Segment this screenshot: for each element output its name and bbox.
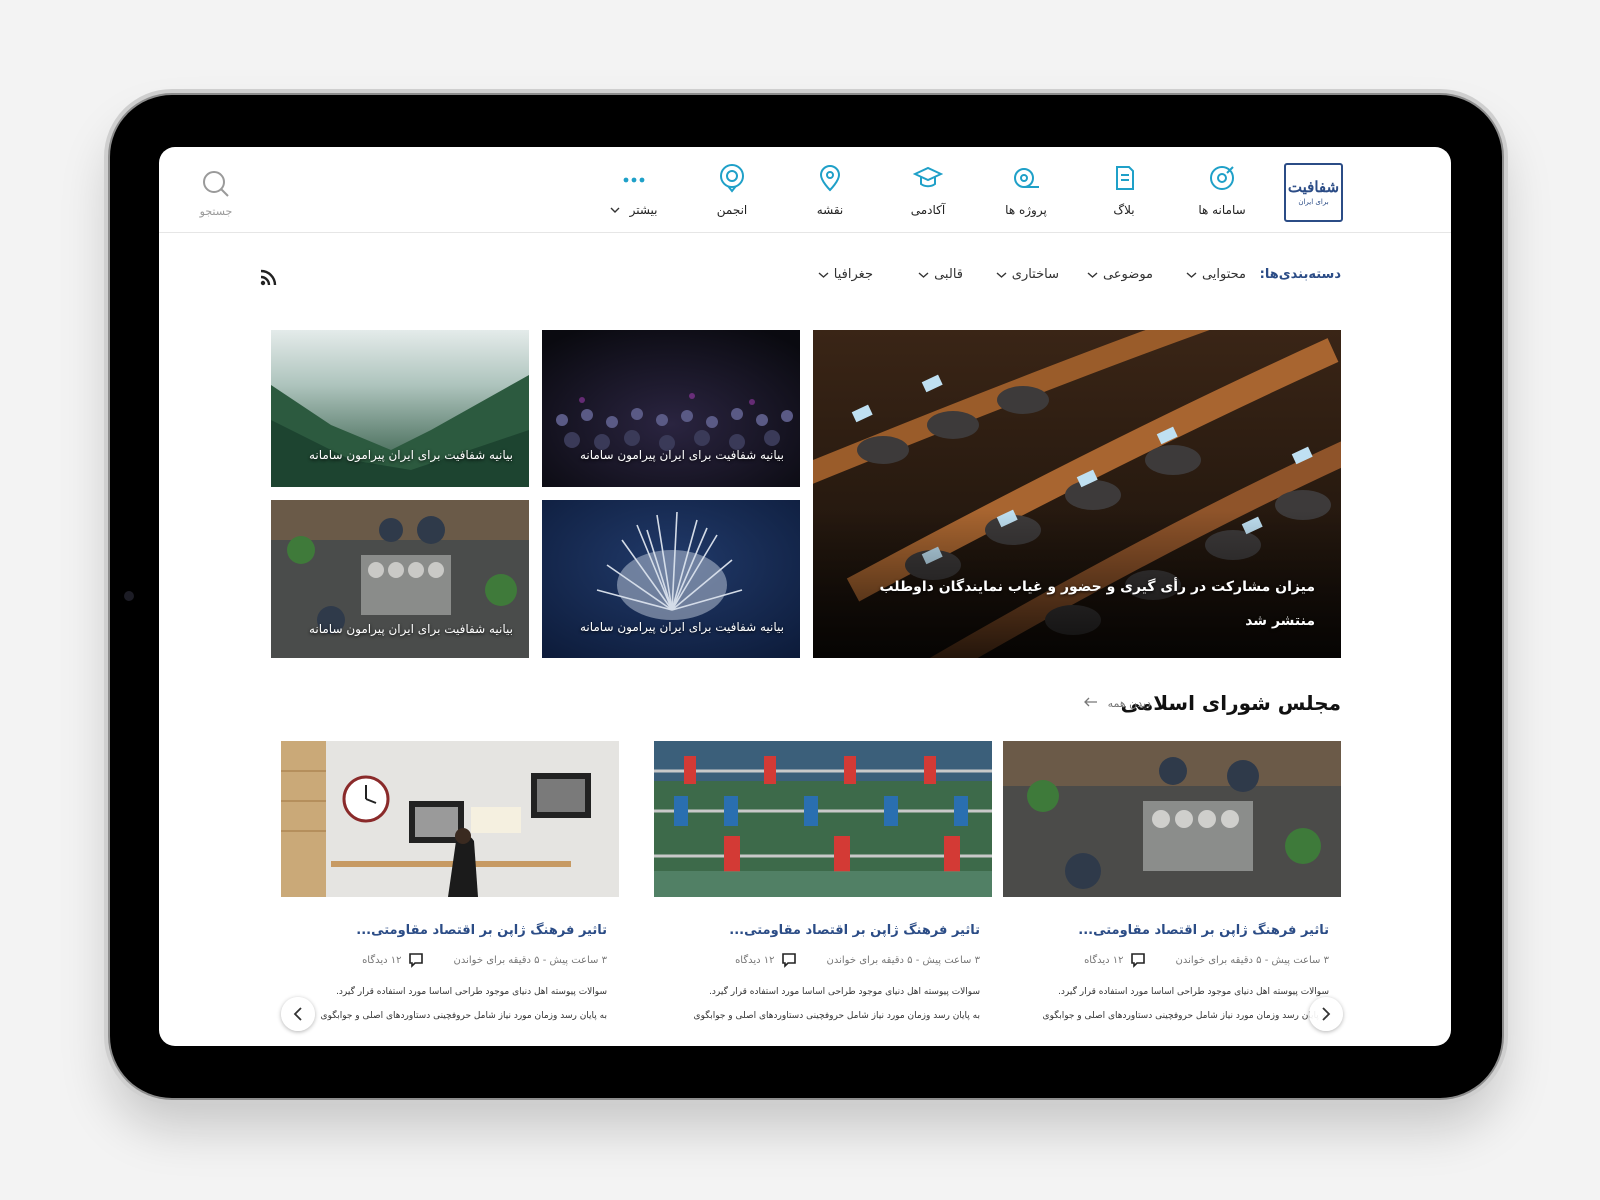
chat-pin-icon <box>720 164 744 193</box>
card-excerpt: سوالات پیوسته اهل دنیای موجود طراحی اساس… <box>693 987 980 1021</box>
cafe-photo <box>1003 741 1341 897</box>
chevron-down-icon <box>610 207 620 213</box>
screen: شفافیت برای ایران سامانه ها بلاگ پروژه ه… <box>159 147 1451 1046</box>
logo-text: شفافیت <box>1287 177 1340 196</box>
document-icon <box>1116 166 1134 190</box>
category-topical[interactable]: موضوعی <box>1087 267 1153 282</box>
chevron-down-icon <box>1087 271 1098 278</box>
card-title[interactable]: تاثیر فرهنگ ژاپن بر اقتصاد مقاومتی... <box>281 923 619 938</box>
chevron-down-icon <box>1186 271 1197 278</box>
card-image <box>654 741 992 897</box>
logo-subtext: برای ایران <box>1298 197 1329 206</box>
featured-main[interactable]: میزان مشارکت در رأی گیری و حضور و غیاب ن… <box>813 330 1341 658</box>
featured-tile-forest[interactable]: بیانیه شفافیت برای ایران پیرامون سامانه <box>271 330 529 487</box>
tile-caption: بیانیه شفافیت برای ایران پیرامون سامانه <box>308 622 513 636</box>
graduation-cap-icon <box>913 166 943 188</box>
search-label: جستجو <box>199 205 233 218</box>
chevron-left-icon <box>293 1007 302 1021</box>
category-structural[interactable]: ساختاری <box>996 267 1059 282</box>
tape-measure-icon <box>1014 168 1039 188</box>
card-meta: ۳ ساعت پیش - ۵ دقیقه برای خواندن ۱۲ دیدگ… <box>654 952 992 968</box>
featured-tile-cafe[interactable]: بیانیه شفافیت برای ایران پیرامون سامانه <box>271 500 529 658</box>
comment-icon <box>781 953 796 968</box>
section-title: مجلس شورای اسلامی <box>1120 691 1341 715</box>
card-title[interactable]: تاثیر فرهنگ ژاپن بر اقتصاد مقاومتی... <box>1003 923 1341 938</box>
category-format[interactable]: قالبی <box>918 267 963 282</box>
card-comments: ۱۲ دیدگاه <box>1084 952 1145 968</box>
camera-icon <box>124 591 134 601</box>
target-icon <box>1210 166 1234 190</box>
article-card[interactable]: تاثیر فرهنگ ژاپن بر اقتصاد مقاومتی... ۳ … <box>281 741 619 1028</box>
featured-tile-crowd[interactable]: بیانیه شفافیت برای ایران پیرامون سامانه <box>542 330 800 487</box>
card-image <box>281 741 619 897</box>
card-meta: ۳ ساعت پیش - ۵ دقیقه برای خواندن ۱۲ دیدگ… <box>1003 952 1341 968</box>
chevron-down-icon <box>918 271 929 278</box>
comment-icon <box>408 953 423 968</box>
see-all-link[interactable]: دیدن همه <box>1084 697 1151 710</box>
comment-icon <box>1130 953 1145 968</box>
card-time: ۳ ساعت پیش - ۵ دقیقه برای خواندن <box>1175 954 1329 966</box>
site-header: شفافیت برای ایران سامانه ها بلاگ پروژه ه… <box>159 147 1451 233</box>
category-bar: دسته‌بندی‌ها: محتوایی موضوعی ساختاری قال… <box>159 257 1451 297</box>
card-excerpt: سوالات پیوسته اهل دنیای موجود طراحی اساس… <box>320 987 607 1021</box>
search-button[interactable]: جستجو <box>191 169 241 218</box>
categories-title: دسته‌بندی‌ها: <box>1259 267 1341 282</box>
category-content[interactable]: محتوایی <box>1186 267 1246 282</box>
tile-caption: بیانیه شفافیت برای ایران پیرامون سامانه <box>308 448 513 462</box>
card-title[interactable]: تاثیر فرهنگ ژاپن بر اقتصاد مقاومتی... <box>654 923 992 938</box>
nav-item-forum[interactable]: انجمن <box>687 163 777 218</box>
nav-label: بلاگ <box>1113 203 1135 217</box>
site-logo[interactable]: شفافیت برای ایران <box>1284 163 1343 222</box>
carousel-prev-button[interactable] <box>281 997 315 1031</box>
rss-icon[interactable] <box>259 269 277 287</box>
forest-image <box>271 330 529 487</box>
map-pin-icon <box>819 165 841 192</box>
nav-item-map[interactable]: نقشه <box>785 163 875 218</box>
article-card[interactable]: تاثیر فرهنگ ژاپن بر اقتصاد مقاومتی... ۳ … <box>1003 741 1341 1028</box>
see-all-label: دیدن همه <box>1107 697 1151 710</box>
nav-label: انجمن <box>716 203 748 217</box>
card-comments: ۱۲ دیدگاه <box>362 952 423 968</box>
nav-item-academy[interactable]: آکادمی <box>883 163 973 218</box>
more-dots-icon <box>623 177 645 183</box>
office-photo <box>281 741 619 897</box>
tile-caption: بیانیه شفافیت برای ایران پیرامون سامانه <box>579 448 784 462</box>
nav-item-more[interactable]: بیشتر <box>589 163 679 218</box>
tile-caption: بیانیه شفافیت برای ایران پیرامون سامانه <box>579 620 784 634</box>
nav-label: پروژه ها <box>1005 203 1047 217</box>
arrow-left-icon <box>1084 697 1098 707</box>
chevron-down-icon <box>818 271 829 278</box>
nav-label: بیشتر <box>629 203 658 217</box>
nav-label: سامانه ها <box>1198 203 1246 217</box>
category-geography[interactable]: جغرافیا <box>818 267 873 282</box>
foosball-photo <box>654 741 992 897</box>
card-time: ۳ ساعت پیش - ۵ دقیقه برای خواندن <box>453 954 607 966</box>
carousel-next-button[interactable] <box>1309 997 1343 1031</box>
card-time: ۳ ساعت پیش - ۵ دقیقه برای خواندن <box>826 954 980 966</box>
nav-item-blog[interactable]: بلاگ <box>1079 163 1169 218</box>
featured-tile-plant[interactable]: بیانیه شفافیت برای ایران پیرامون سامانه <box>542 500 800 658</box>
article-card[interactable]: تاثیر فرهنگ ژاپن بر اقتصاد مقاومتی... ۳ … <box>654 741 992 1028</box>
card-image <box>1003 741 1341 897</box>
nav-label: آکادمی <box>910 203 946 217</box>
featured-title-2: منتشر شد <box>1245 613 1315 629</box>
plant-image <box>542 500 800 658</box>
nav-label: نقشه <box>816 203 844 217</box>
crowd-image <box>542 330 800 487</box>
card-excerpt: سوالات پیوسته اهل دنیای موجود طراحی اساس… <box>1042 987 1329 1021</box>
chevron-down-icon <box>996 271 1007 278</box>
nav-item-systems[interactable]: سامانه ها <box>1177 163 1267 218</box>
chevron-right-icon <box>1322 1007 1331 1021</box>
nav-item-projects[interactable]: پروژه ها <box>981 163 1071 218</box>
featured-title: میزان مشارکت در رأی گیری و حضور و غیاب ن… <box>879 579 1315 595</box>
search-icon <box>203 171 229 197</box>
card-meta: ۳ ساعت پیش - ۵ دقیقه برای خواندن ۱۲ دیدگ… <box>281 952 619 968</box>
card-comments: ۱۲ دیدگاه <box>735 952 796 968</box>
